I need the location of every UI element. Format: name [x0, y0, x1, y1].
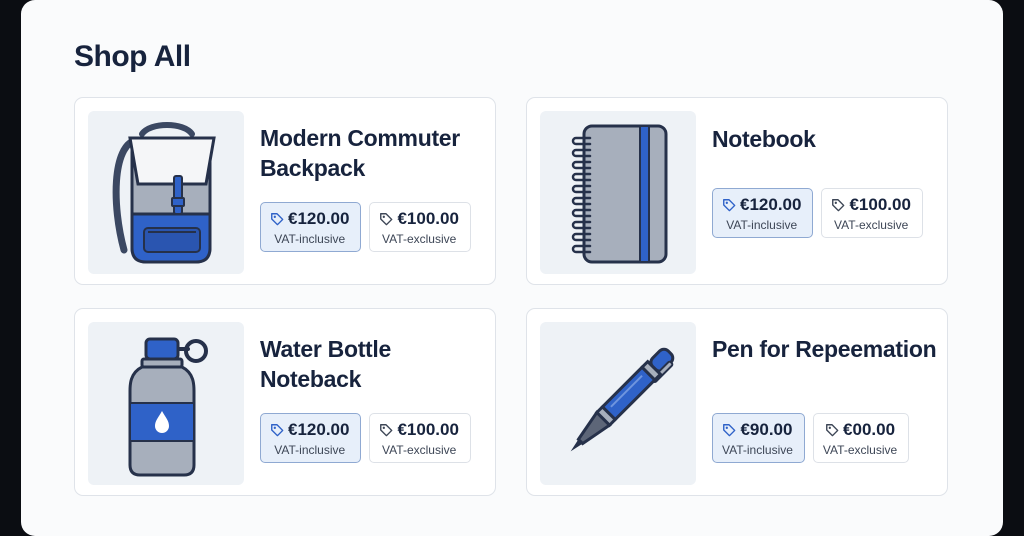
pen-icon	[570, 347, 675, 451]
price-tag-icon	[379, 212, 393, 226]
product-image	[88, 111, 244, 274]
vat-label: VAT-inclusive	[274, 442, 346, 457]
vat-label: VAT-exclusive	[382, 442, 457, 457]
price-amount: €120.00	[740, 194, 802, 214]
product-name: Notebook	[712, 126, 816, 152]
price-amount: €120.00	[288, 208, 350, 228]
price-options: €120.00 VAT-inclusive €100.00 VAT-exclus…	[260, 202, 471, 252]
product-name: Modern Commuter Backpack	[260, 125, 460, 181]
vat-label: VAT-exclusive	[834, 217, 909, 232]
price-options: €120.00 VAT-inclusive €100.00 VAT-exclus…	[260, 413, 471, 463]
price-option-vat-inclusive[interactable]: €120.00 VAT-inclusive	[260, 413, 362, 463]
price-tag-icon	[270, 423, 284, 437]
backpack-icon	[112, 121, 216, 263]
price-amount: €100.00	[397, 208, 459, 228]
price-option-vat-exclusive[interactable]: €00.00 VAT-exclusive	[812, 413, 910, 463]
price-amount: €100.00	[397, 419, 459, 439]
product-image	[540, 322, 696, 485]
shop-panel: Shop All Modern Commuter Backpack €120.0…	[21, 0, 1003, 536]
price-tag-icon	[379, 423, 393, 437]
notebook-icon	[571, 124, 668, 263]
price-amount: €120.00	[288, 419, 350, 439]
price-tag-icon	[825, 423, 839, 437]
price-amount: €100.00	[849, 194, 911, 214]
vat-label: VAT-exclusive	[382, 231, 457, 246]
price-options: €120.00 VAT-inclusive €100.00 VAT-exclus…	[712, 188, 923, 238]
price-option-vat-exclusive[interactable]: €100.00 VAT-exclusive	[369, 413, 471, 463]
price-options: €90.00 VAT-inclusive €00.00 VAT-exclusiv…	[712, 413, 910, 463]
product-card-water-bottle[interactable]: Water Bottle Noteback €120.00 VAT-inclus…	[74, 308, 496, 496]
vat-label: VAT-inclusive	[722, 442, 793, 457]
price-tag-icon	[722, 423, 736, 437]
price-tag-icon	[270, 212, 284, 226]
price-option-vat-exclusive[interactable]: €100.00 VAT-exclusive	[369, 202, 471, 252]
water-bottle-icon	[128, 337, 208, 476]
price-amount: €90.00	[740, 419, 793, 439]
product-image	[88, 322, 244, 485]
vat-label: VAT-exclusive	[822, 442, 898, 457]
vat-label: VAT-inclusive	[274, 231, 346, 246]
product-card-pen[interactable]: Pen for Repeemation €90.00 VAT-inclusive…	[526, 308, 948, 496]
product-card-notebook[interactable]: Notebook €120.00 VAT-inclusive €100.00 V…	[526, 97, 948, 285]
page-title: Shop All	[74, 40, 191, 73]
price-option-vat-inclusive[interactable]: €120.00 VAT-inclusive	[260, 202, 362, 252]
product-image	[540, 111, 696, 274]
product-name: Water Bottle Noteback	[260, 336, 391, 392]
price-tag-icon	[722, 198, 736, 212]
product-card-backpack[interactable]: Modern Commuter Backpack €120.00 VAT-inc…	[74, 97, 496, 285]
vat-label: VAT-inclusive	[726, 217, 798, 232]
price-option-vat-inclusive[interactable]: €90.00 VAT-inclusive	[712, 413, 805, 463]
product-name: Pen for Repeemation	[712, 336, 937, 362]
price-option-vat-exclusive[interactable]: €100.00 VAT-exclusive	[821, 188, 923, 238]
price-tag-icon	[831, 198, 845, 212]
price-option-vat-inclusive[interactable]: €120.00 VAT-inclusive	[712, 188, 814, 238]
price-amount: €00.00	[843, 419, 896, 439]
